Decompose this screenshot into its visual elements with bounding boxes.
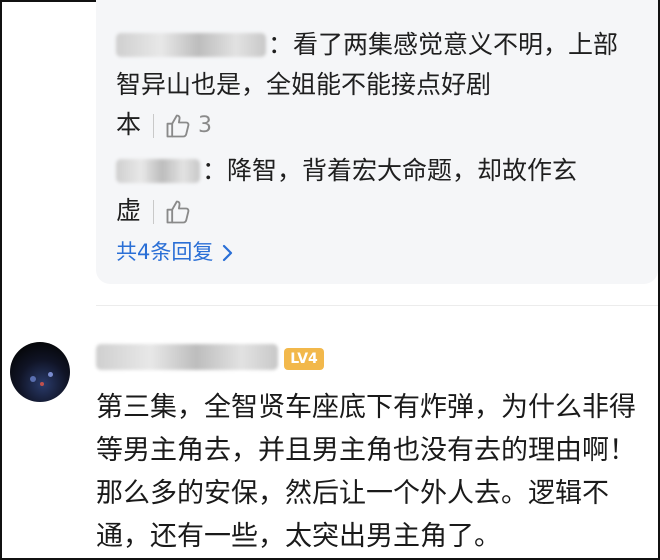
reply-text: ：降智，背着宏大命题，却故作玄 (116, 150, 646, 191)
username[interactable] (96, 344, 280, 370)
blurred-username (116, 159, 200, 183)
level-badge: LV4 (284, 348, 324, 370)
avatar-detail (40, 382, 44, 386)
reply-text: ：看了两集感觉意义不明，上部 (116, 24, 646, 65)
reply-footer: 本3 (116, 105, 646, 146)
like-count: 3 (198, 113, 213, 138)
thumbs-up-icon (166, 200, 190, 224)
comment-text: 第三集，全智贤车座底下有炸弹，为什么非得等男主角去，并且男主角也没有去的理由啊！… (96, 392, 636, 552)
like-button[interactable]: 3 (164, 110, 212, 139)
reply-line: 智异山也是，全姐能不能接点好剧 (116, 70, 492, 99)
reply-line: ：降智，背着宏大命题，却故作玄 (202, 156, 578, 185)
avatar-detail (48, 372, 53, 377)
blurred-username (96, 344, 278, 370)
chevron-right-icon (223, 244, 233, 262)
avatar[interactable] (10, 342, 70, 402)
divider (153, 114, 155, 138)
reply-item: ：降智，背着宏大命题，却故作玄 虚 (116, 150, 646, 231)
reply-line: 虚 (116, 196, 142, 225)
reply-footer: 虚 (116, 191, 646, 231)
reply-item: ：看了两集感觉意义不明，上部 智异山也是，全姐能不能接点好剧 本3 (116, 24, 646, 146)
blurred-username (116, 33, 266, 57)
reply-line: 本 (116, 110, 142, 139)
more-replies-link[interactable]: 共4条回复 (116, 234, 235, 270)
more-replies-label: 共4条回复 (116, 240, 214, 264)
like-button[interactable] (164, 196, 192, 225)
reply-line: ：看了两集感觉意义不明，上部 (268, 30, 619, 59)
thumbs-up-icon (166, 114, 190, 138)
avatar-detail (30, 376, 36, 382)
divider (153, 200, 155, 224)
section-divider (96, 305, 658, 306)
